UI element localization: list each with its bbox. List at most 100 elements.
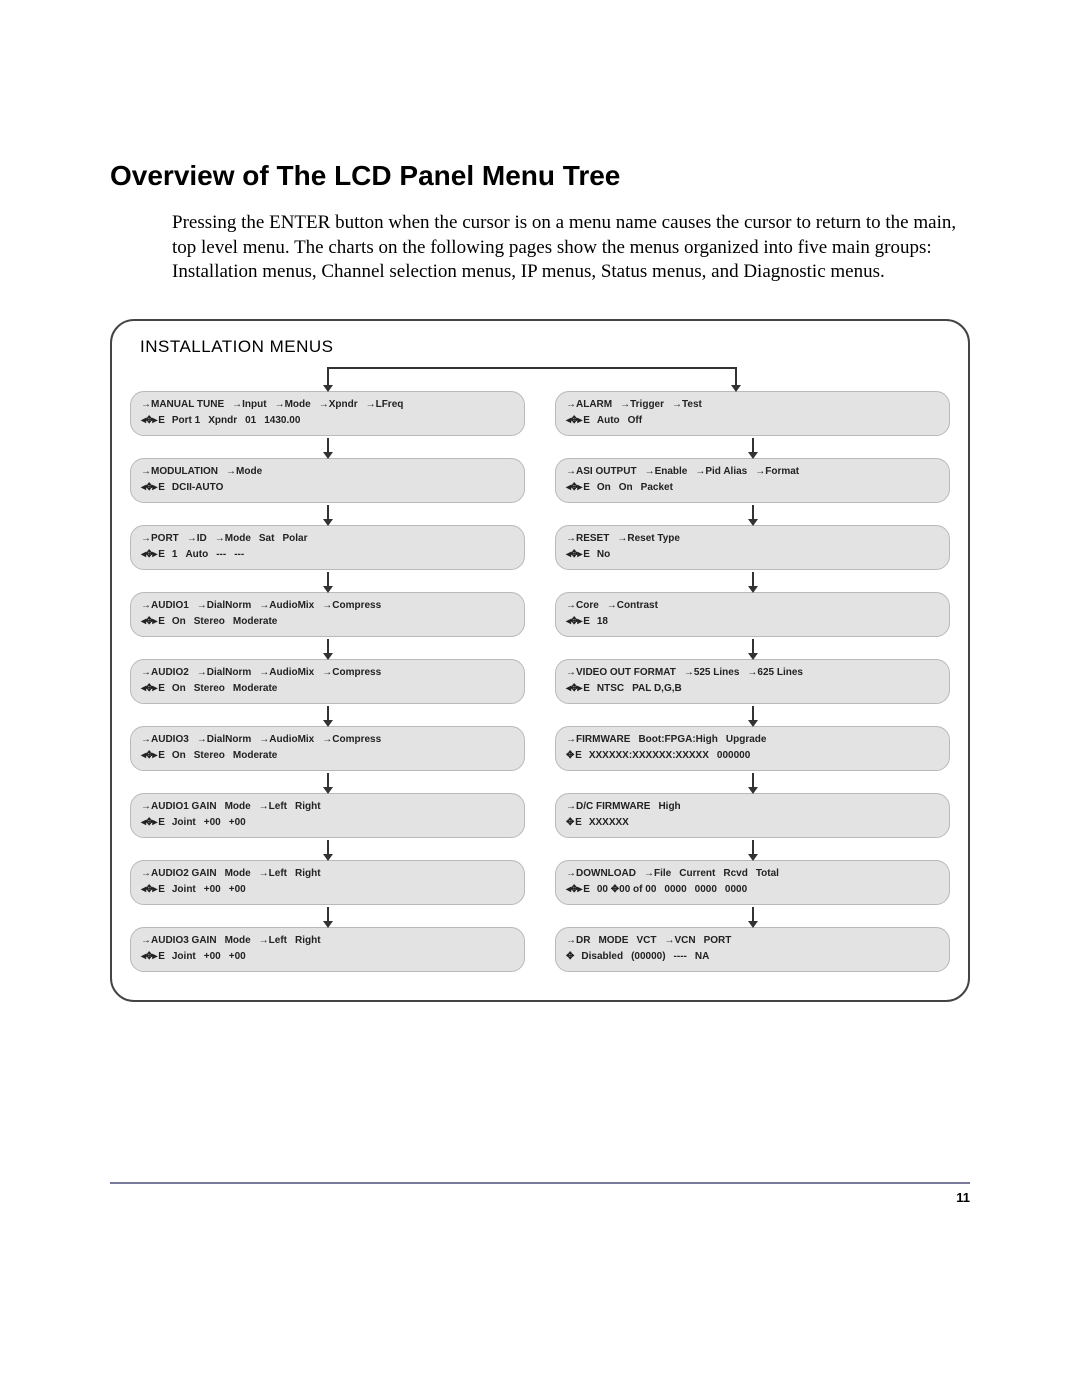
- menu-label: Right: [295, 799, 329, 815]
- menu-value: +00: [204, 949, 229, 965]
- menu-value: 0000: [664, 882, 694, 898]
- menu-value: Off: [628, 413, 650, 429]
- menu-label: →ALARM: [566, 397, 620, 413]
- menu-label: →Pid Alias: [695, 464, 755, 480]
- menu-label: →MANUAL TUNE: [141, 397, 232, 413]
- menu-label: →Trigger: [620, 397, 672, 413]
- menu-value: (00000): [631, 949, 673, 965]
- left-menu-box: →AUDIO3→DialNorm→AudioMix→Compress◂✥▸ EO…: [130, 726, 525, 771]
- menu-label: Mode: [225, 933, 259, 949]
- down-arrow-connector: [327, 704, 329, 726]
- menu-label: →AudioMix: [259, 598, 322, 614]
- menu-value: Joint: [172, 949, 204, 965]
- menu-label: Boot:FPGA:High: [638, 732, 725, 748]
- menu-value: +00: [204, 882, 229, 898]
- menu-label: →Compress: [322, 665, 389, 681]
- menu-label: →DialNorm: [197, 598, 259, 614]
- menu-label: →VIDEO OUT FORMAT: [566, 665, 684, 681]
- menu-value: Moderate: [233, 681, 285, 697]
- nav-symbol: ◂✥▸ E: [141, 748, 172, 764]
- menu-tree-diagram: INSTALLATION MENUS →MANUAL TUNE→Input→Mo…: [110, 319, 970, 1002]
- down-arrow-connector: [327, 905, 329, 927]
- menu-label: →Core: [566, 598, 607, 614]
- menu-label: →LFreq: [366, 397, 412, 413]
- menu-label: Rcvd: [723, 866, 755, 882]
- nav-symbol: ✥: [566, 949, 581, 965]
- menu-value: XXXXXX:XXXXXX:XXXXX: [589, 748, 717, 764]
- menu-label: →AUDIO2 GAIN: [141, 866, 225, 882]
- down-arrow-connector: [752, 570, 754, 592]
- menu-value: DCII-AUTO: [172, 480, 231, 496]
- menu-value: Packet: [641, 480, 681, 496]
- down-arrow-connector: [327, 570, 329, 592]
- menu-value: 1: [172, 547, 186, 563]
- menu-label: →Compress: [322, 598, 389, 614]
- menu-value: Joint: [172, 815, 204, 831]
- menu-value: On: [597, 480, 619, 496]
- menu-value: +00: [229, 949, 254, 965]
- right-menu-box: →Core→Contrast◂✥▸ E18: [555, 592, 950, 637]
- menu-value: 1430.00: [264, 413, 308, 429]
- menu-label: Mode: [225, 866, 259, 882]
- down-arrow-connector: [327, 771, 329, 793]
- menu-value: Disabled: [581, 949, 631, 965]
- intro-paragraph: Pressing the ENTER button when the curso…: [172, 211, 970, 285]
- menu-label: →DialNorm: [197, 665, 259, 681]
- menu-label: Right: [295, 866, 329, 882]
- right-menu-box: →VIDEO OUT FORMAT→525 Lines→625 Lines◂✥▸…: [555, 659, 950, 704]
- menu-label: →Left: [259, 866, 295, 882]
- menu-label: →AUDIO3 GAIN: [141, 933, 225, 949]
- down-arrow-connector: [327, 436, 329, 458]
- menu-value: Stereo: [194, 681, 233, 697]
- menu-label: →Left: [259, 933, 295, 949]
- menu-value: +00: [229, 815, 254, 831]
- menu-value: Port 1: [172, 413, 208, 429]
- menu-value: On: [172, 748, 194, 764]
- menu-label: →Enable: [645, 464, 696, 480]
- menu-value: ---: [234, 547, 252, 563]
- menu-label: →AudioMix: [259, 732, 322, 748]
- menu-label: →ID: [187, 531, 215, 547]
- down-arrow-connector: [752, 905, 754, 927]
- down-arrow-connector: [752, 637, 754, 659]
- menu-value: 0000: [695, 882, 725, 898]
- menu-value: ---: [216, 547, 234, 563]
- menu-label: High: [658, 799, 688, 815]
- menu-label: →Contrast: [607, 598, 666, 614]
- menu-label: →Test: [672, 397, 710, 413]
- menu-label: →AUDIO3: [141, 732, 197, 748]
- menu-value: Stereo: [194, 614, 233, 630]
- nav-symbol: ◂✥▸ E: [141, 480, 172, 496]
- menu-value: 01: [245, 413, 264, 429]
- nav-symbol: ◂✥▸ E: [141, 949, 172, 965]
- right-menu-box: →ALARM→Trigger→Test◂✥▸ EAutoOff: [555, 391, 950, 436]
- menu-label: →MODULATION: [141, 464, 226, 480]
- menu-label: →File: [644, 866, 679, 882]
- menu-value: On: [172, 681, 194, 697]
- right-menu-box: →ASI OUTPUT→Enable→Pid Alias→Format◂✥▸ E…: [555, 458, 950, 503]
- menu-value: 0000: [725, 882, 755, 898]
- menu-label: →Input: [232, 397, 274, 413]
- menu-value: NTSC: [597, 681, 632, 697]
- nav-symbol: ✥ E: [566, 748, 589, 764]
- nav-symbol: ◂✥▸ E: [566, 614, 597, 630]
- down-arrow-connector: [752, 503, 754, 525]
- right-menu-box: →D/C FIRMWAREHigh✥ EXXXXXX: [555, 793, 950, 838]
- menu-label: →Left: [259, 799, 295, 815]
- right-menu-box: →DOWNLOAD→FileCurrentRcvdTotal◂✥▸ E00 ✥0…: [555, 860, 950, 905]
- menu-value: Stereo: [194, 748, 233, 764]
- menu-label: →Mode: [226, 464, 270, 480]
- menu-label: →PORT: [141, 531, 187, 547]
- menu-label: →625 Lines: [747, 665, 811, 681]
- menu-label: Right: [295, 933, 329, 949]
- menu-label: →DOWNLOAD: [566, 866, 644, 882]
- right-menu-box: →FIRMWAREBoot:FPGA:HighUpgrade✥ EXXXXXX:…: [555, 726, 950, 771]
- menu-label: →Compress: [322, 732, 389, 748]
- menu-label: →D/C FIRMWARE: [566, 799, 658, 815]
- diagram-top-connector: [130, 367, 950, 391]
- page-number: 11: [110, 1190, 970, 1205]
- menu-label: Sat: [259, 531, 283, 547]
- nav-symbol: ◂✥▸ E: [566, 547, 597, 563]
- menu-value: XXXXXX: [589, 815, 637, 831]
- menu-value: Joint: [172, 882, 204, 898]
